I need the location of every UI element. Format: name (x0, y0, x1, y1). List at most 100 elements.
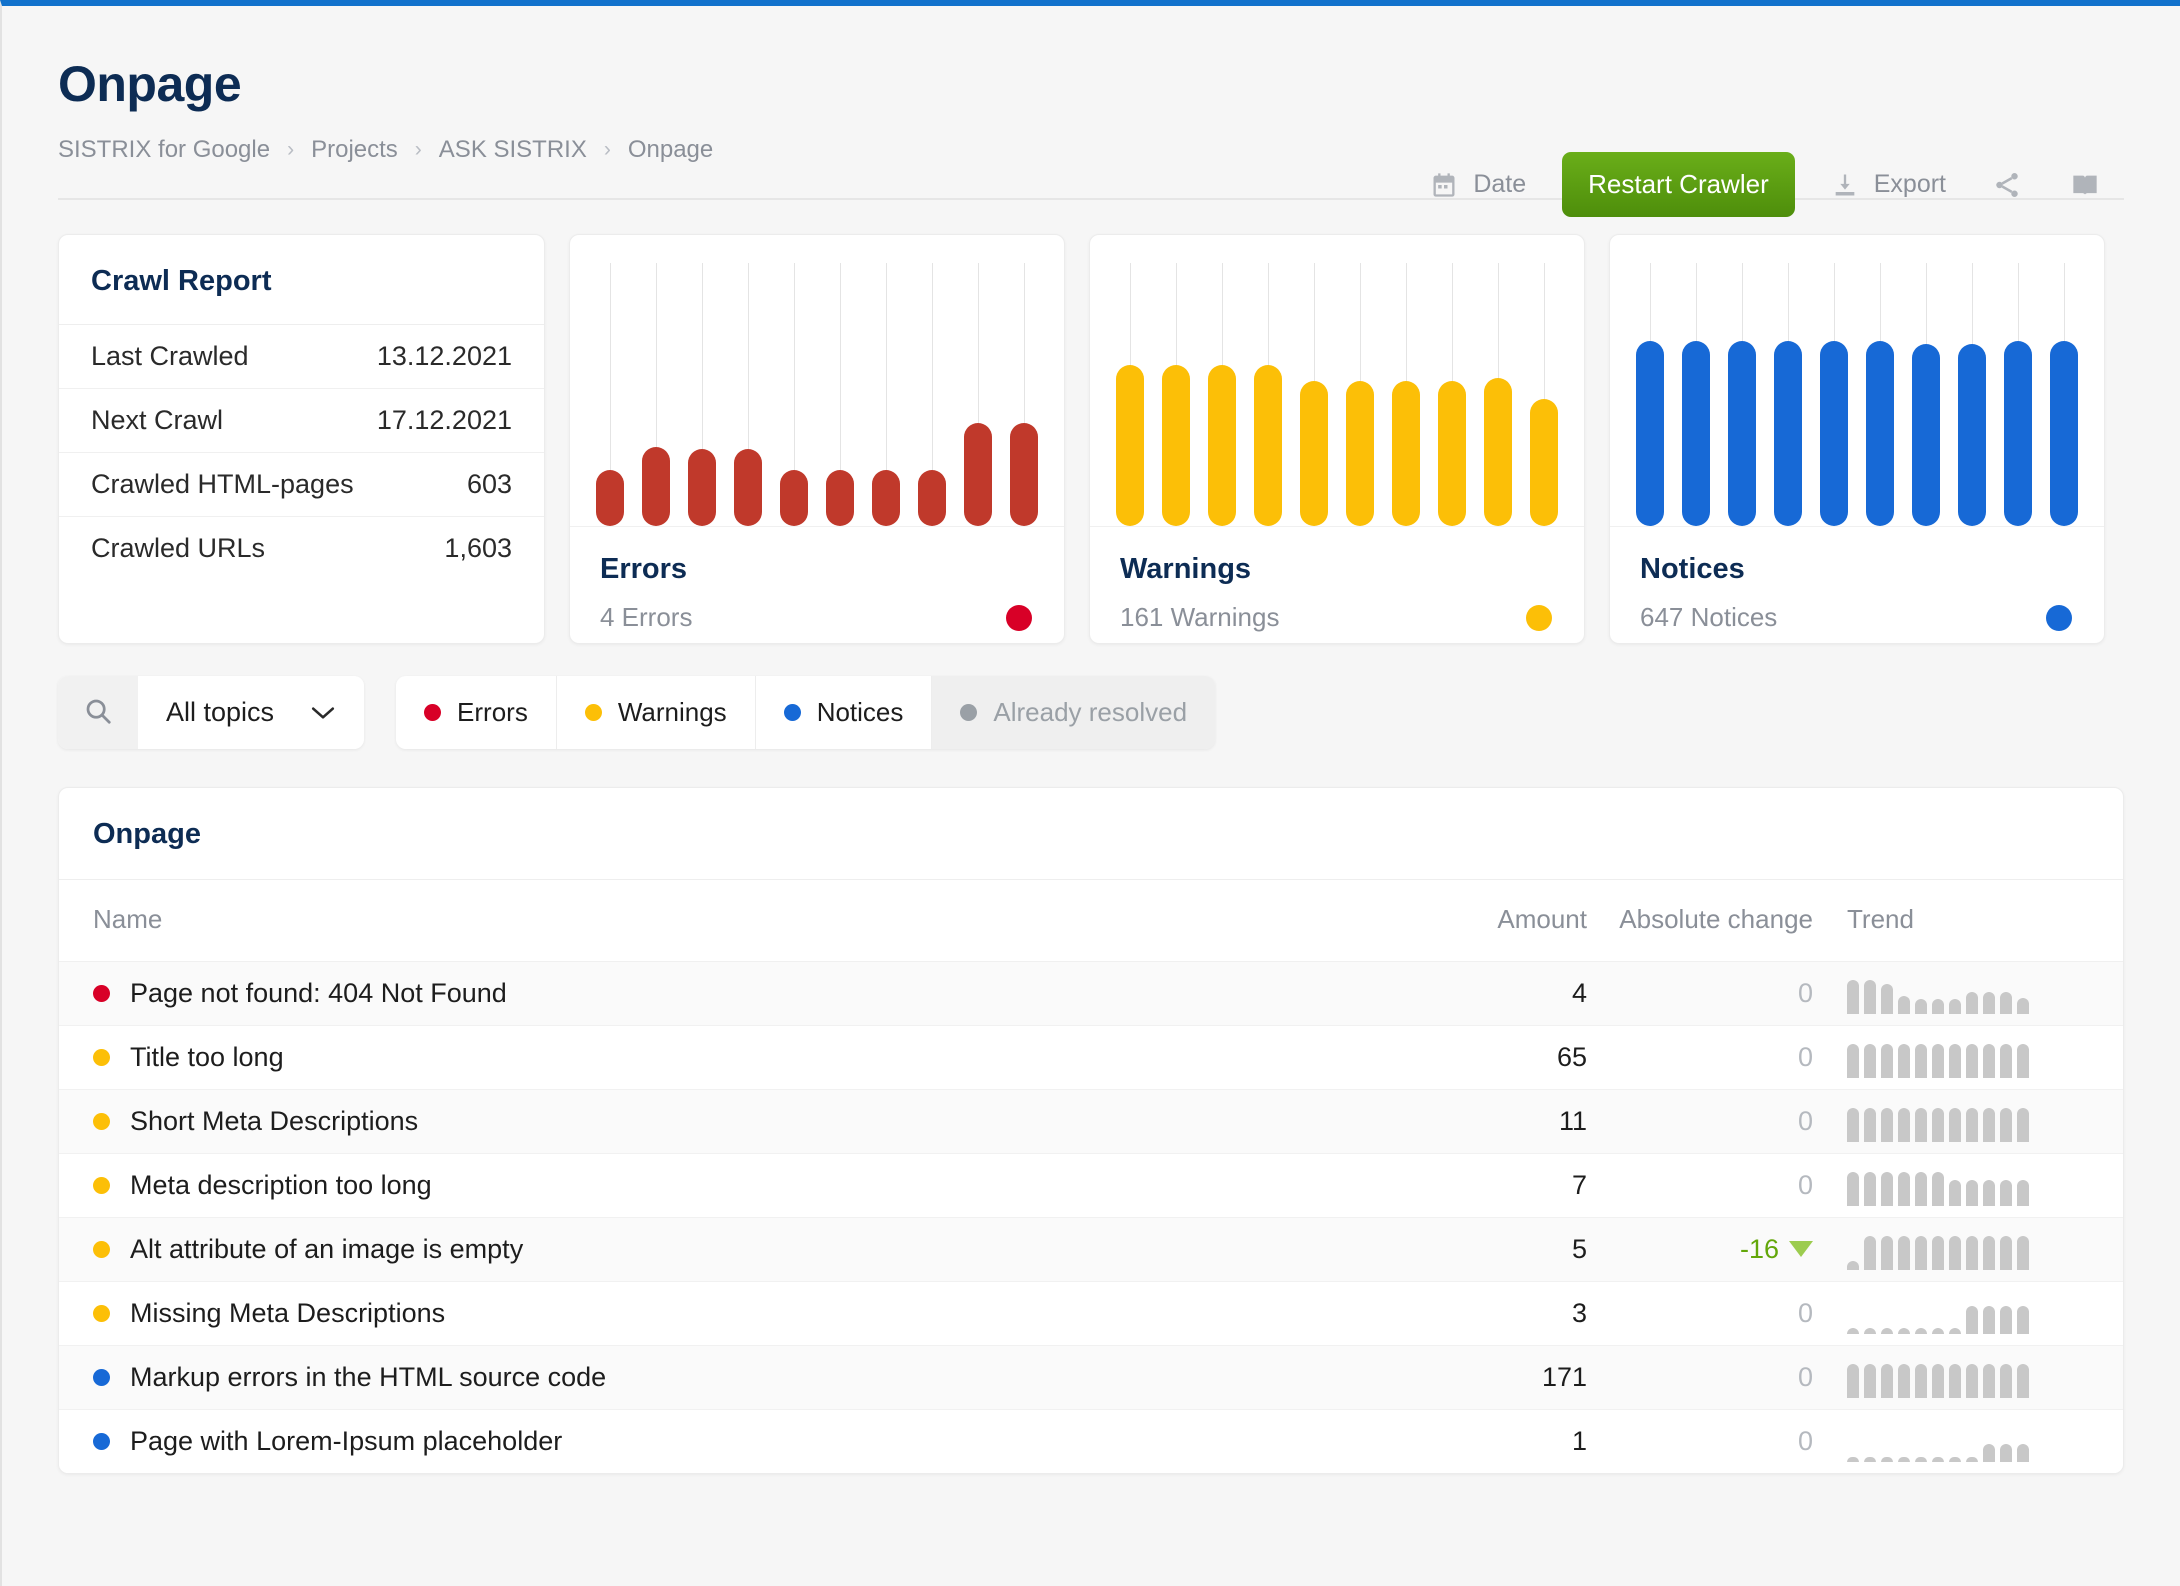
trend-sparkline (1847, 1228, 2123, 1270)
sparkline-bar (1915, 1108, 1927, 1142)
chart-bar (1682, 341, 1710, 526)
chart-bar-slot (1774, 262, 1802, 526)
sparkline-bar (1983, 1236, 1995, 1270)
crawl-report-value: 17.12.2021 (376, 404, 512, 435)
crawl-report-row: Next Crawl 17.12.2021 (59, 389, 544, 453)
filter-bar: All topics Errors Warnings Notices Already … (2, 644, 2180, 749)
breadcrumb-item-1[interactable]: SISTRIX for Google (58, 136, 270, 164)
sparkline-bar (1966, 1236, 1978, 1270)
sparkline-bar (1932, 1108, 1944, 1142)
cell-amount: 1 (1383, 1409, 1593, 1473)
cell-absolute-change: 0 (1593, 1281, 1843, 1346)
filter-label: Errors (457, 696, 528, 727)
breadcrumb-item-3[interactable]: ASK SISTRIX (439, 136, 587, 164)
table-row[interactable]: Missing Meta Descriptions 3 0 (59, 1281, 2123, 1346)
sparkline-bar (1847, 1364, 1859, 1398)
sparkline-bar (1847, 1172, 1859, 1206)
sparkline-bar (1915, 1044, 1927, 1078)
breadcrumb-item-4[interactable]: Onpage (628, 136, 713, 164)
sparkline-bar (1881, 1328, 1893, 1334)
sparkline-bar (1864, 1328, 1876, 1334)
cell-absolute-change: 0 (1593, 1153, 1843, 1218)
crawl-report-label: Next Crawl (91, 404, 224, 435)
sparkline-bar (1949, 1108, 1961, 1142)
severity-dot (93, 1048, 110, 1066)
column-header-absolute-change[interactable]: Absolute change (1593, 879, 1843, 962)
export-button[interactable]: Export (1809, 170, 1968, 199)
filter-warnings[interactable]: Warnings (556, 675, 756, 749)
chart-bar (1208, 365, 1236, 526)
sparkline-bar (1881, 984, 1893, 1014)
chart-bar-slot (1682, 262, 1710, 526)
filter-notices[interactable]: Notices (755, 675, 933, 749)
chart-bar-slot (2050, 262, 2078, 526)
column-header-trend[interactable]: Trend (1843, 879, 2123, 962)
search-button[interactable] (58, 675, 138, 749)
sparkline-bar (1881, 1236, 1893, 1270)
sparkline-bar (2017, 998, 2029, 1014)
metric-card-notices[interactable]: Notices 647 Notices (1609, 233, 2105, 644)
breadcrumb-item-2[interactable]: Projects (311, 136, 398, 164)
table-row[interactable]: Page with Lorem-Ipsum placeholder 1 0 (59, 1409, 2123, 1473)
change-value: 0 (1797, 1169, 1813, 1200)
sparkline-bar (1949, 1457, 1961, 1463)
sparkline-chart (1090, 235, 1584, 527)
table-row[interactable]: Page not found: 404 Not Found 4 0 (59, 961, 2123, 1026)
table-row[interactable]: Markup errors in the HTML source code 171… (59, 1345, 2123, 1410)
chart-bar-slot (1636, 262, 1664, 526)
summary-cards: Crawl Report Last Crawled 13.12.2021 Next … (2, 200, 2180, 644)
sparkline-bar (1949, 1364, 1961, 1398)
date-button[interactable]: Date (1408, 170, 1548, 199)
column-header-amount[interactable]: Amount (1383, 879, 1593, 962)
column-header-name[interactable]: Name (59, 879, 1383, 962)
share-button[interactable] (1968, 170, 2046, 200)
cell-trend (1843, 1345, 2123, 1410)
cell-trend (1843, 1217, 2123, 1282)
sparkline-bar (1983, 1044, 1995, 1078)
restart-crawler-button[interactable]: Restart Crawler (1562, 152, 1795, 217)
table-row[interactable]: Short Meta Descriptions 11 0 (59, 1089, 2123, 1154)
severity-dot (93, 1112, 110, 1130)
severity-dot (93, 1176, 110, 1194)
chart-bar (1116, 365, 1144, 526)
chart-bar (1636, 341, 1664, 526)
sparkline-bar (1915, 1328, 1927, 1334)
chart-bar (826, 470, 854, 526)
cell-absolute-change: -16 (1593, 1217, 1843, 1282)
table-row[interactable]: Meta description too long 7 0 (59, 1153, 2123, 1218)
cell-name: Alt attribute of an image is empty (59, 1217, 1383, 1282)
cell-amount: 7 (1383, 1153, 1593, 1218)
cell-name: Page with Lorem-Ipsum placeholder (59, 1409, 1383, 1473)
sparkline-bar (1847, 1457, 1859, 1463)
cell-name: Short Meta Descriptions (59, 1089, 1383, 1154)
cell-absolute-change: 0 (1593, 1089, 1843, 1154)
sparkline-bar (2000, 1364, 2012, 1398)
cell-name: Missing Meta Descriptions (59, 1281, 1383, 1346)
chart-bar-slot (1208, 262, 1236, 526)
onpage-table-card: Onpage Name Amount Absolute change Trend… (58, 786, 2124, 1474)
sparkline-bar (1898, 996, 1910, 1014)
filter-errors[interactable]: Errors (396, 675, 557, 749)
table-row[interactable]: Title too long 65 0 (59, 1025, 2123, 1090)
amount-value: 65 (1556, 1041, 1587, 1072)
sparkline-bar (1847, 1108, 1859, 1142)
sparkline-bar (2000, 1180, 2012, 1206)
status-badge (2046, 604, 2072, 631)
table-row[interactable]: Alt attribute of an image is empty 5 -16 (59, 1217, 2123, 1282)
filter-already-resolved[interactable]: Already resolved (932, 675, 1216, 749)
trend-sparkline (1847, 1100, 2123, 1142)
handbook-button[interactable] (2046, 171, 2124, 199)
cell-name: Title too long (59, 1025, 1383, 1090)
chart-bar-slot (1346, 262, 1374, 526)
filter-label: Already resolved (993, 696, 1188, 727)
all-topics-dropdown[interactable]: All topics (138, 675, 365, 749)
metric-card-errors[interactable]: Errors 4 Errors (569, 233, 1065, 644)
trend-sparkline (1847, 1036, 2123, 1078)
amount-value: 7 (1571, 1169, 1587, 1200)
chart-bar-slot (1820, 262, 1848, 526)
metric-card-warnings[interactable]: Warnings 161 Warnings (1089, 233, 1585, 644)
sparkline-bar (1949, 999, 1961, 1014)
sparkline-bar (1949, 1328, 1961, 1334)
status-badge (1526, 604, 1552, 631)
sparkline-bar (2017, 1108, 2029, 1142)
